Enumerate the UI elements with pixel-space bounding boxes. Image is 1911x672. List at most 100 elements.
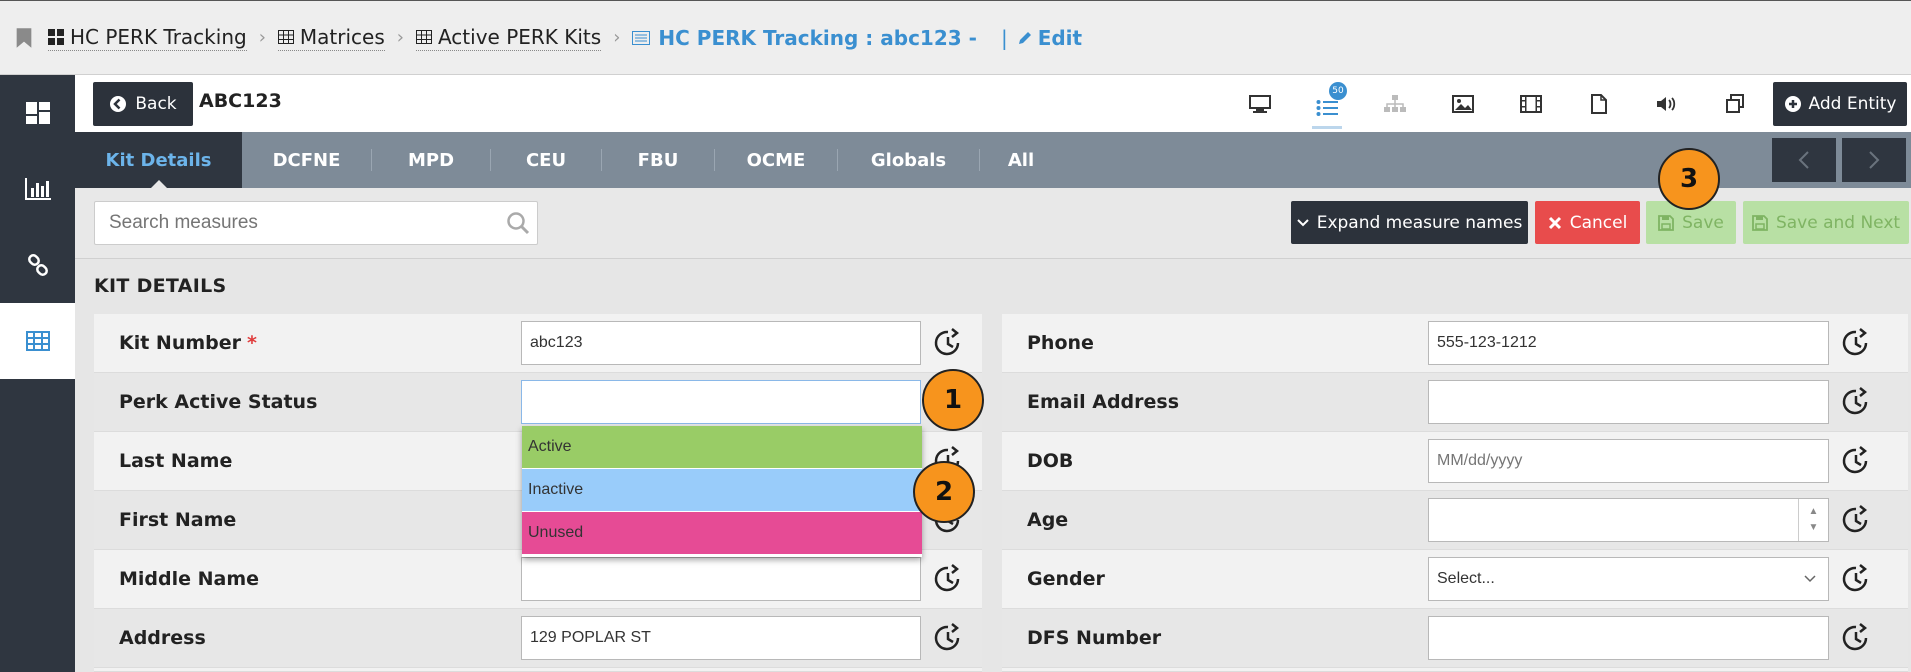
image-icon[interactable] bbox=[1448, 89, 1478, 119]
gender-select[interactable]: Select... bbox=[1428, 557, 1829, 601]
breadcrumb: HC PERK Tracking › Matrices › Active PER… bbox=[0, 0, 1911, 75]
document-icon[interactable] bbox=[1584, 89, 1614, 119]
chevron-left-icon bbox=[1798, 151, 1809, 169]
breadcrumb-item-matrices[interactable]: Matrices bbox=[277, 24, 385, 51]
breadcrumb-label: Matrices bbox=[299, 24, 385, 49]
kit-number-input[interactable] bbox=[521, 321, 921, 365]
dfs-number-input[interactable] bbox=[1428, 616, 1829, 660]
field-row-gender: Gender Select... bbox=[1002, 550, 1908, 609]
tab-label: DCFNE bbox=[272, 149, 341, 171]
tab-ocme[interactable]: OCME bbox=[715, 132, 837, 188]
tab-label: Kit Details bbox=[105, 149, 212, 171]
tab-globals[interactable]: Globals bbox=[838, 132, 979, 188]
sidebar-item-charts[interactable] bbox=[0, 151, 75, 227]
tab-dcfne[interactable]: DCFNE bbox=[242, 132, 371, 188]
field-label-text: Kit Number bbox=[119, 332, 242, 354]
tab-ceu[interactable]: CEU bbox=[491, 132, 601, 188]
history-icon[interactable] bbox=[1838, 325, 1874, 361]
breadcrumb-label: Active PERK Kits bbox=[437, 24, 602, 49]
close-icon bbox=[1548, 216, 1561, 229]
dropdown-option-inactive[interactable]: Inactive bbox=[522, 469, 922, 512]
tab-mpd[interactable]: MPD bbox=[372, 132, 490, 188]
breadcrumb-separator-icon: › bbox=[396, 27, 404, 48]
field-row-kit-number: Kit Number * bbox=[94, 314, 982, 373]
dob-input[interactable] bbox=[1428, 439, 1829, 483]
tab-label: FBU bbox=[637, 149, 679, 171]
field-row-dob: DOB bbox=[1002, 432, 1908, 491]
breadcrumb-divider: | bbox=[1000, 25, 1008, 50]
next-record-button[interactable] bbox=[1842, 138, 1906, 182]
expand-label: Expand measure names bbox=[1316, 212, 1523, 233]
section-title: KIT DETAILS bbox=[94, 275, 227, 297]
plus-circle-icon bbox=[1784, 96, 1801, 112]
field-label: Kit Number * bbox=[119, 332, 257, 354]
address-input[interactable] bbox=[521, 616, 921, 660]
field-label: DFS Number bbox=[1027, 627, 1162, 649]
field-row-address: Address bbox=[94, 609, 982, 668]
breadcrumb-item-active-perk-kits[interactable]: Active PERK Kits bbox=[415, 24, 602, 51]
cancel-label: Cancel bbox=[1569, 212, 1628, 233]
link-icon bbox=[27, 254, 48, 276]
cancel-button[interactable]: Cancel bbox=[1535, 201, 1640, 244]
copy-icon[interactable] bbox=[1720, 89, 1750, 119]
left-sidebar bbox=[0, 75, 75, 672]
tab-label: CEU bbox=[525, 149, 567, 171]
search-measures-input[interactable] bbox=[94, 201, 538, 245]
history-icon[interactable] bbox=[1838, 620, 1874, 656]
history-icon[interactable] bbox=[930, 620, 966, 656]
tab-all[interactable]: All bbox=[980, 132, 1062, 188]
stepper-down-icon[interactable]: ▼ bbox=[1809, 520, 1819, 536]
history-icon[interactable] bbox=[1838, 384, 1874, 420]
field-label: Phone bbox=[1027, 332, 1094, 354]
field-label: DOB bbox=[1027, 450, 1074, 472]
video-icon[interactable] bbox=[1516, 89, 1546, 119]
history-icon[interactable] bbox=[1838, 443, 1874, 479]
dropdown-option-active[interactable]: Active bbox=[522, 426, 922, 469]
stepper-up-icon[interactable]: ▲ bbox=[1809, 504, 1819, 520]
chevron-right-icon bbox=[1869, 151, 1880, 169]
expand-measure-names-button[interactable]: Expand measure names bbox=[1291, 201, 1528, 244]
sidebar-item-links[interactable] bbox=[0, 227, 75, 303]
sidebar-item-matrices[interactable] bbox=[0, 303, 75, 379]
breadcrumb-label: HC PERK Tracking bbox=[70, 24, 247, 49]
history-icon[interactable] bbox=[1838, 561, 1874, 597]
history-icon[interactable] bbox=[930, 561, 966, 597]
field-row-phone: Phone bbox=[1002, 314, 1908, 373]
desktop-view-icon[interactable] bbox=[1245, 89, 1275, 119]
tab-label: MPD bbox=[407, 149, 455, 171]
middle-name-input[interactable] bbox=[521, 557, 921, 601]
list-card-icon bbox=[632, 30, 651, 45]
tab-fbu[interactable]: FBU bbox=[602, 132, 714, 188]
breadcrumb-item-hc-perk-tracking[interactable]: HC PERK Tracking bbox=[48, 25, 247, 51]
sidebar-item-dashboard[interactable] bbox=[0, 75, 75, 151]
tab-label: Globals bbox=[870, 149, 947, 171]
hierarchy-icon[interactable] bbox=[1380, 89, 1410, 119]
perk-active-status-select[interactable] bbox=[521, 380, 921, 424]
field-label: Middle Name bbox=[119, 568, 260, 590]
field-row-middle-name: Middle Name bbox=[94, 550, 982, 609]
edit-link[interactable]: Edit bbox=[1018, 26, 1082, 50]
table-icon bbox=[25, 331, 50, 351]
pencil-icon bbox=[1018, 31, 1031, 44]
field-label: Address bbox=[119, 627, 206, 649]
search-icon[interactable] bbox=[506, 211, 530, 235]
gender-selected-value: Select... bbox=[1437, 570, 1495, 587]
history-icon[interactable] bbox=[930, 325, 966, 361]
audio-icon[interactable] bbox=[1652, 89, 1682, 119]
required-marker: * bbox=[247, 332, 257, 354]
add-entity-button[interactable]: Add Entity bbox=[1773, 82, 1907, 126]
email-address-input[interactable] bbox=[1428, 380, 1829, 424]
phone-input[interactable] bbox=[1428, 321, 1829, 365]
age-stepper[interactable]: ▲ ▼ bbox=[1798, 499, 1828, 541]
bookmark-icon[interactable] bbox=[14, 27, 34, 49]
save-and-next-button[interactable]: Save and Next bbox=[1743, 201, 1909, 244]
age-number-input[interactable]: ▲ ▼ bbox=[1428, 498, 1829, 542]
dashboard-icon bbox=[25, 102, 50, 124]
save-next-label: Save and Next bbox=[1775, 212, 1901, 233]
callout-2: 2 bbox=[913, 461, 975, 523]
history-icon[interactable] bbox=[1838, 502, 1874, 538]
dropdown-option-unused[interactable]: Unused bbox=[522, 512, 922, 555]
back-button[interactable]: Back bbox=[93, 82, 193, 126]
prev-record-button[interactable] bbox=[1772, 138, 1836, 182]
field-row-perk-active-status: Perk Active Status bbox=[94, 373, 982, 432]
